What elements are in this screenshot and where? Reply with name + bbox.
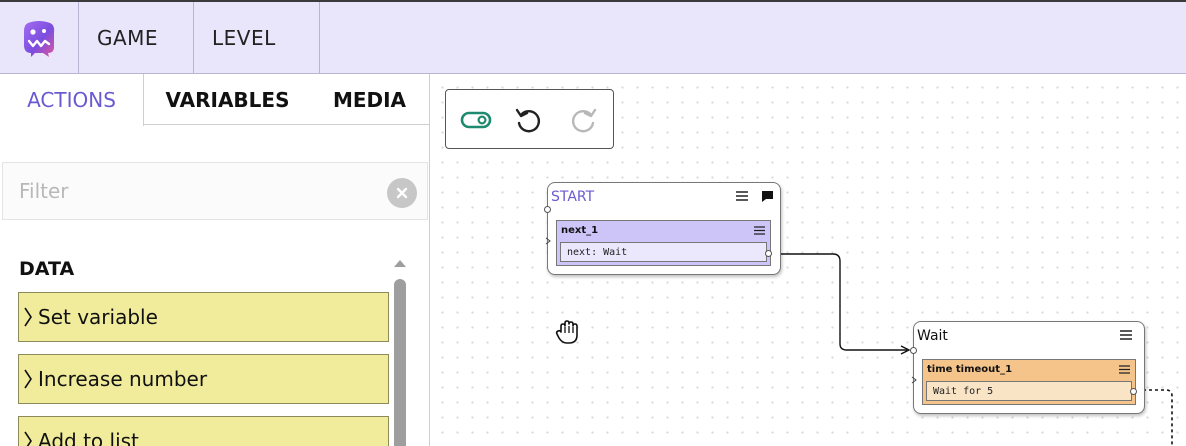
top-bar: GAME LEVEL <box>0 0 1186 74</box>
menu-icon[interactable] <box>1118 364 1131 375</box>
toggle-icon <box>460 111 492 129</box>
output-port[interactable] <box>765 250 772 257</box>
node-start[interactable]: START next_1 next: Wait <box>544 182 781 275</box>
filter-input[interactable] <box>3 163 373 219</box>
clear-filter-button[interactable] <box>387 178 417 208</box>
node-wait[interactable]: Wait time timeout_1 Wait for 5 <box>910 321 1145 414</box>
output-port[interactable] <box>1130 388 1137 395</box>
logo-button[interactable] <box>0 2 79 74</box>
menu-icon[interactable] <box>1119 329 1133 341</box>
menu-icon[interactable] <box>753 225 766 236</box>
toggle-button[interactable] <box>460 104 492 136</box>
tab-game[interactable]: GAME <box>79 2 194 74</box>
tab-variables[interactable]: VARIABLES <box>145 74 310 125</box>
tab-media[interactable]: MEDIA <box>310 74 429 125</box>
action-item-set-variable[interactable]: Set variable <box>18 292 389 342</box>
node-slot[interactable]: next_1 next: Wait <box>556 220 771 266</box>
chevron-right-icon <box>19 292 37 342</box>
slot-value: next: Wait <box>560 242 767 262</box>
close-icon <box>396 187 408 199</box>
actions-panel: ACTIONS VARIABLES MEDIA DATA Set variabl… <box>0 74 430 446</box>
slot-value: Wait for 5 <box>926 381 1132 401</box>
chevron-right-icon <box>19 354 37 404</box>
caret-right-icon <box>545 237 551 245</box>
flow-canvas[interactable]: START next_1 next: Wait Wait time timeou… <box>431 74 1186 446</box>
undo-icon <box>515 108 540 133</box>
action-item-label: Increase number <box>38 367 208 391</box>
caret-right-icon <box>911 376 917 384</box>
comment-icon[interactable] <box>761 190 774 203</box>
panel-tabs: ACTIONS VARIABLES MEDIA <box>0 74 429 126</box>
node-slot[interactable]: time timeout_1 Wait for 5 <box>922 359 1136 405</box>
slot-title: time timeout_1 <box>927 364 1013 375</box>
action-item-increase-number[interactable]: Increase number <box>18 354 389 404</box>
section-title-data: DATA <box>19 258 75 280</box>
redo-icon <box>572 108 597 133</box>
scrollbar-thumb[interactable] <box>394 279 406 446</box>
redo-button[interactable] <box>568 104 600 136</box>
action-item-add-to-list[interactable]: Add to list <box>18 416 389 446</box>
tab-level[interactable]: LEVEL <box>194 2 320 74</box>
slot-title: next_1 <box>561 225 599 236</box>
node-title: Wait <box>917 328 948 344</box>
input-port[interactable] <box>910 347 917 354</box>
canvas-toolbar <box>445 89 614 149</box>
undo-button[interactable] <box>512 104 544 136</box>
filter-box <box>2 162 428 220</box>
app-monster-logo-icon <box>24 21 55 57</box>
input-port[interactable] <box>544 206 551 213</box>
scroll-up-arrow-icon[interactable] <box>392 257 408 269</box>
grab-cursor-icon <box>555 320 578 344</box>
chevron-right-icon <box>19 416 37 446</box>
tab-actions[interactable]: ACTIONS <box>0 74 144 126</box>
action-item-label: Add to list <box>38 429 139 446</box>
action-item-label: Set variable <box>38 305 158 329</box>
menu-icon[interactable] <box>735 190 749 202</box>
